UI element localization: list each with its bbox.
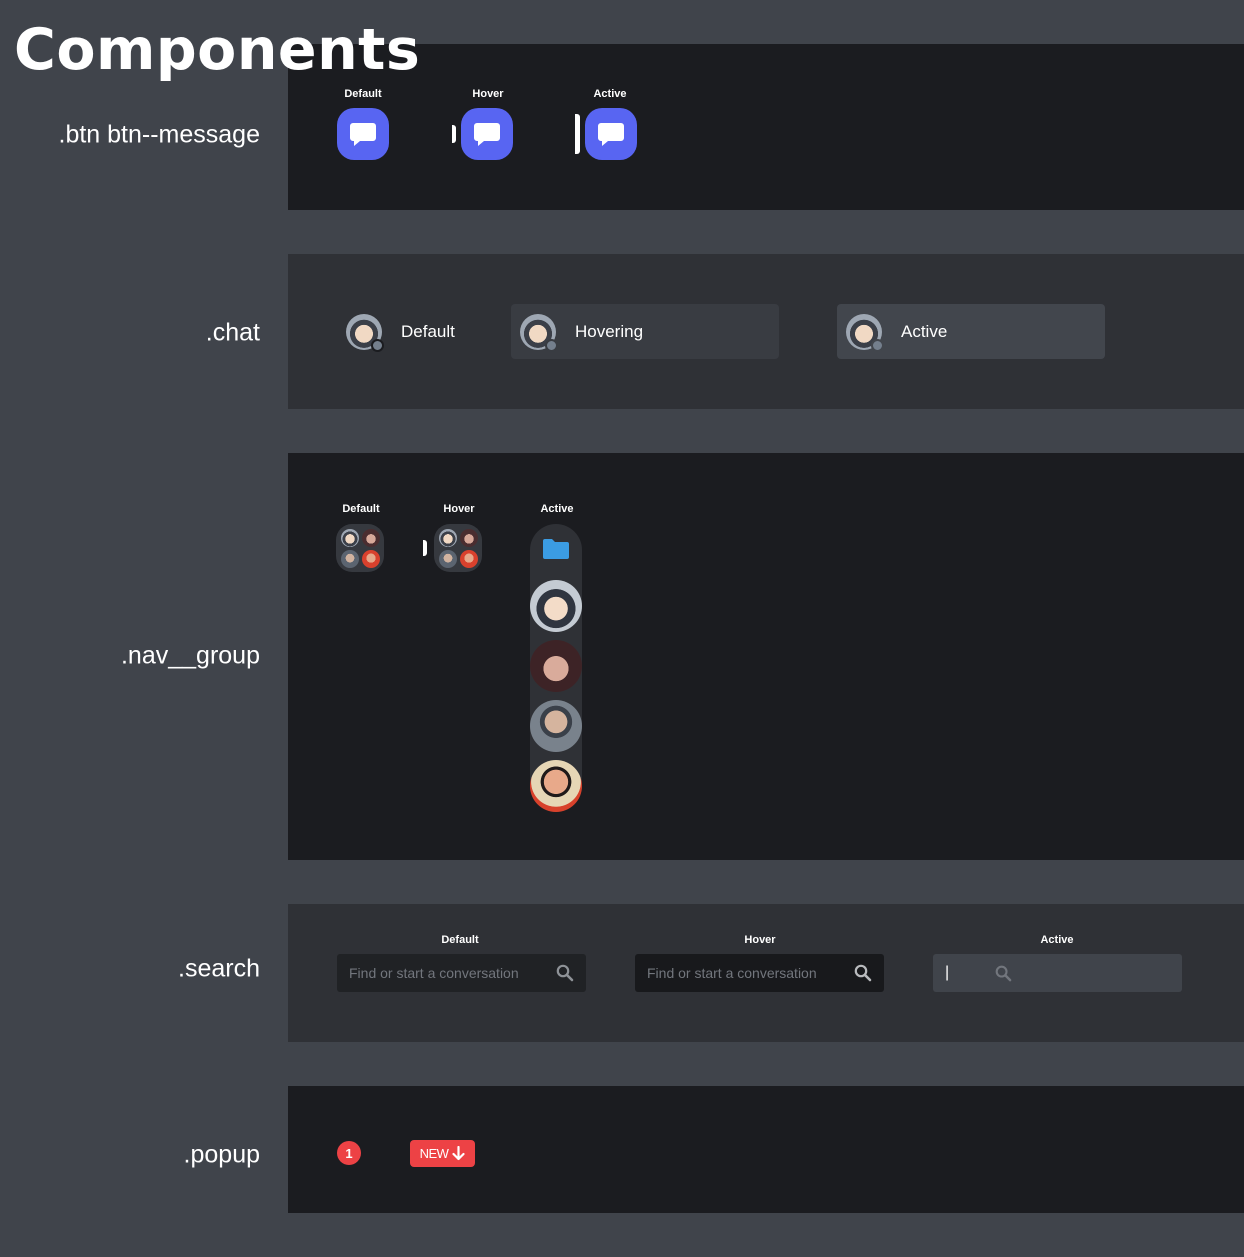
search-placeholder: Find or start a conversation — [647, 965, 817, 981]
page-title: Components — [14, 17, 421, 83]
status-dot — [871, 338, 884, 352]
row-label-chat: .chat — [205, 318, 260, 347]
search-icon — [556, 964, 574, 982]
panel-message — [288, 44, 1244, 210]
avatar — [438, 528, 457, 547]
nav-group-active-expanded[interactable] — [530, 524, 582, 812]
chat-name: Default — [401, 321, 455, 341]
message-button-hover[interactable] — [461, 108, 513, 160]
text-cursor: | — [945, 964, 950, 981]
search-input-active[interactable]: | — [933, 954, 1182, 992]
avatar — [459, 549, 478, 568]
row-label-nav-group: .nav__group — [120, 641, 260, 670]
search-icon — [854, 964, 872, 982]
avatar — [340, 549, 359, 568]
hover-indicator-pill — [423, 540, 427, 556]
search-input-default[interactable]: Find or start a conversation — [337, 954, 586, 992]
avatar[interactable] — [530, 580, 582, 632]
avatar — [846, 313, 884, 352]
hover-indicator-pill — [452, 125, 456, 143]
chat-bubble-icon — [350, 123, 376, 146]
nav-group-hover[interactable] — [434, 524, 482, 572]
chat-name: Active — [901, 321, 948, 341]
arrow-down-icon — [452, 1146, 466, 1161]
chat-item-active[interactable]: Active — [837, 304, 1105, 359]
row-label-popup: .popup — [183, 1140, 260, 1169]
chat-item-hovering[interactable]: Hovering — [511, 304, 779, 359]
chat-item-default[interactable]: Default — [337, 304, 506, 359]
avatar — [361, 528, 380, 547]
new-label: NEW — [419, 1146, 449, 1161]
message-button-default[interactable] — [337, 108, 389, 160]
state-label-default: Default — [342, 503, 380, 515]
avatar[interactable] — [530, 760, 582, 812]
active-indicator-pill — [575, 114, 580, 154]
chat-bubble-icon — [598, 123, 624, 146]
avatar — [438, 549, 457, 568]
nav-group-default[interactable] — [336, 524, 384, 572]
search-placeholder: Find or start a conversation — [349, 965, 519, 981]
row-label-search: .search — [178, 954, 260, 983]
new-messages-pill[interactable]: NEW — [410, 1140, 475, 1167]
panel-nav-group — [288, 453, 1244, 860]
state-label-default: Default — [344, 88, 382, 100]
avatar — [340, 528, 359, 547]
search-input-hover[interactable]: Find or start a conversation — [635, 954, 884, 992]
notification-badge: 1 — [337, 1141, 361, 1165]
avatar — [459, 528, 478, 547]
avatar — [361, 549, 380, 568]
status-dot — [371, 338, 384, 352]
chat-bubble-icon — [474, 123, 500, 146]
search-icon — [995, 965, 1012, 982]
chat-name: Hovering — [575, 321, 644, 341]
message-button-active[interactable] — [585, 108, 637, 160]
state-label-active: Active — [593, 88, 627, 100]
state-label-active: Active — [540, 503, 574, 515]
state-label-default: Default — [441, 934, 479, 946]
avatar — [346, 313, 384, 352]
avatar[interactable] — [530, 640, 582, 692]
folder-icon — [543, 539, 569, 559]
state-label-hover: Hover — [472, 88, 504, 100]
avatar[interactable] — [530, 700, 582, 752]
status-dot — [545, 338, 558, 352]
state-label-hover: Hover — [744, 934, 776, 946]
row-label-message: .btn btn--message — [58, 120, 261, 149]
avatar — [520, 313, 558, 352]
state-label-active: Active — [1040, 934, 1074, 946]
state-label-hover: Hover — [443, 503, 475, 515]
